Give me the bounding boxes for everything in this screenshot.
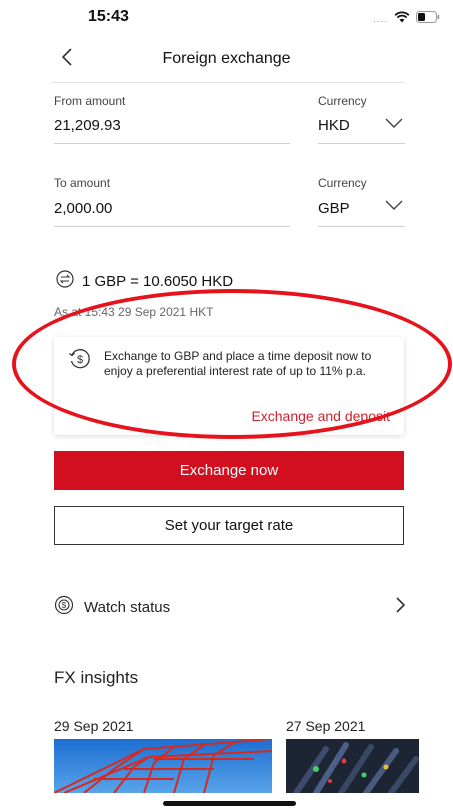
exchange-and-deposit-link[interactable]: Exchange and deposit (251, 408, 390, 424)
signal-dots: .... (373, 13, 389, 25)
chevron-down-icon (385, 197, 403, 215)
to-currency-value: GBP (318, 200, 350, 217)
chevron-down-icon (385, 115, 403, 133)
promo-text: Exchange to GBP and place a time deposit… (104, 349, 372, 378)
nav-divider (52, 82, 404, 83)
from-currency-label: Currency (318, 94, 367, 108)
time-deposit-icon: $ (68, 347, 92, 376)
exchange-now-button[interactable]: Exchange now (54, 451, 404, 490)
svg-text:$: $ (62, 601, 67, 610)
chevron-right-icon (396, 596, 406, 618)
set-target-rate-button[interactable]: Set your target rate (54, 506, 404, 545)
to-amount-underline (54, 226, 290, 227)
watch-status-row[interactable]: $ Watch status (54, 592, 406, 622)
from-amount-field[interactable]: 21,209.93 (54, 117, 121, 134)
from-amount-underline (54, 143, 290, 144)
from-currency-value: HKD (318, 117, 350, 134)
to-currency-underline (318, 226, 405, 227)
battery-icon (416, 10, 440, 28)
to-amount-field[interactable]: 2,000.00 (54, 200, 112, 217)
svg-text:$: $ (77, 354, 83, 366)
fx-insights-title: FX insights (54, 668, 139, 687)
status-icons: .... (373, 10, 440, 28)
exchange-icon (56, 270, 74, 292)
from-currency-select[interactable]: HKD (318, 110, 405, 144)
insight-date: 27 Sep 2021 (286, 718, 366, 734)
page-title: Foreign exchange (162, 50, 291, 67)
to-amount-label: To amount (54, 176, 111, 190)
rate-timestamp: As at 15:43 29 Sep 2021 HKT (54, 305, 214, 319)
from-currency-underline (318, 143, 405, 144)
insight-card-image[interactable] (54, 739, 272, 793)
watch-status-label: Watch status (84, 598, 171, 616)
wifi-icon (394, 10, 410, 28)
to-currency-label: Currency (318, 176, 367, 190)
watch-icon: $ (54, 595, 74, 620)
from-amount-label: From amount (54, 94, 126, 108)
promo-card: $ Exchange to GBP and place a time depos… (54, 337, 404, 435)
status-time: 15:43 (88, 8, 129, 25)
exchange-rate: 1 GBP = 10.6050 HKD (56, 270, 233, 292)
insight-card-image[interactable] (286, 739, 419, 793)
home-indicator (163, 801, 296, 806)
to-currency-select[interactable]: GBP (318, 192, 405, 226)
insight-date: 29 Sep 2021 (54, 718, 134, 734)
exchange-rate-text: 1 GBP = 10.6050 HKD (82, 272, 234, 290)
